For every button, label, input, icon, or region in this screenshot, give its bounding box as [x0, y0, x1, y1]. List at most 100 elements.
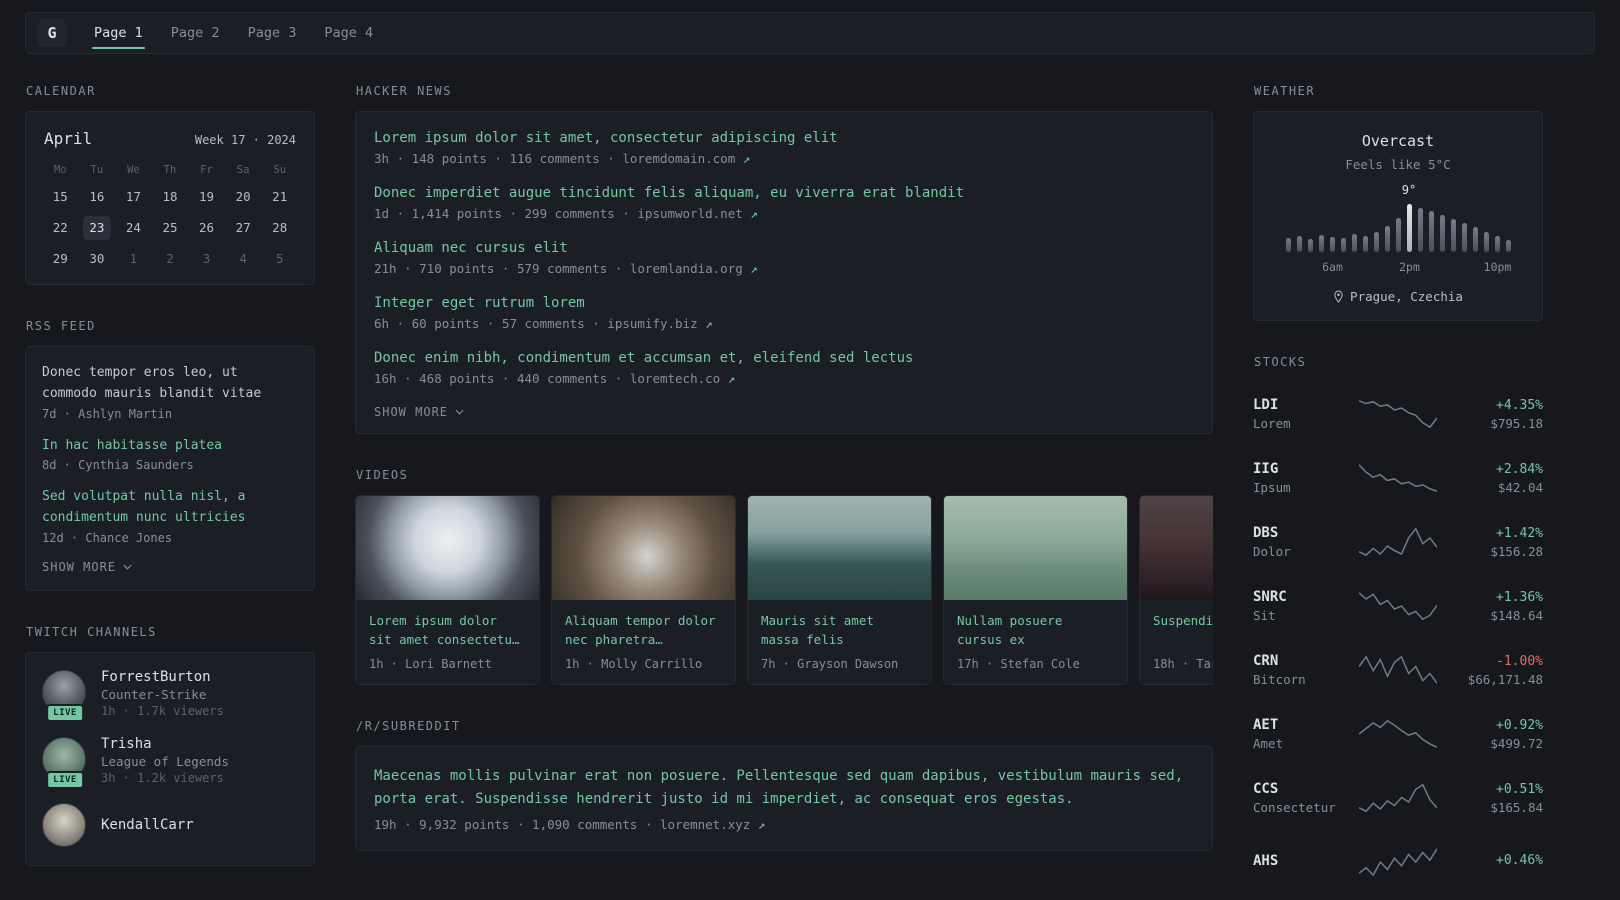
video-thumbnail[interactable] [1140, 496, 1213, 600]
weekday-label: Fr [200, 164, 213, 176]
stock-change: +0.51% [1496, 781, 1543, 797]
stock-row[interactable]: CRN Bitcorn -1.00% $66,171.48 [1253, 638, 1543, 702]
hn-item-title[interactable]: Aliquam nec cursus elit [374, 240, 1194, 256]
rss-header: RSS FEED [26, 319, 96, 333]
video-title[interactable]: Mauris sit amet massa felis [761, 611, 918, 650]
twitch-widget: TWITCH CHANNELS LIVE ForrestBurton Count… [25, 625, 315, 866]
calendar-day: 25 [162, 220, 178, 235]
twitch-channel[interactable]: LIVE ForrestBurton Counter-Strike 1h · 1… [42, 669, 298, 723]
video-thumbnail[interactable] [356, 496, 539, 600]
video-card[interactable]: Mauris sit amet massa felis 7h · Grayson… [747, 495, 932, 685]
calendar-day: 17 [125, 189, 141, 204]
twitch-header: TWITCH CHANNELS [26, 624, 157, 639]
hour-label: 6am [1322, 260, 1343, 274]
hacker-news-header: HACKER NEWS [356, 84, 452, 98]
calendar-day-selected: 23 [82, 215, 111, 240]
video-thumbnail[interactable] [944, 496, 1127, 600]
stock-row[interactable]: CCS Consectetur +0.51% $165.84 [1253, 766, 1543, 830]
hn-item-meta: 1d · 1,414 points · 299 comments · ipsum… [374, 206, 1194, 221]
external-link-icon[interactable]: ↗ [750, 261, 758, 276]
tab-page-3[interactable]: Page 3 [234, 13, 311, 53]
tab-page-4[interactable]: Page 4 [310, 13, 387, 53]
video-card-body: Mauris sit amet massa felis 7h · Grayson… [748, 600, 931, 684]
subreddit-post-title[interactable]: Maecenas mollis pulvinar erat non posuer… [374, 765, 1194, 811]
calendar-card: April Week 17 · 2024 Mo Tu We Th Fr Sa S… [25, 111, 315, 285]
rss-item-title[interactable]: Donec tempor eros leo, ut commodo mauris… [42, 363, 298, 405]
external-link-icon[interactable]: ↗ [758, 817, 766, 832]
stock-row[interactable]: AET Amet +0.92% $499.72 [1253, 702, 1543, 766]
video-title[interactable]: Nullam posuere cursus ex [957, 611, 1114, 650]
tab-page-2[interactable]: Page 2 [157, 13, 234, 53]
stock-name: Lorem [1253, 416, 1291, 431]
hacker-news-card: Lorem ipsum dolor sit amet, consectetur … [355, 111, 1213, 434]
hn-item: Aliquam nec cursus elit 21h · 710 points… [374, 240, 1194, 276]
calendar-days: 15 16 17 18 19 20 21 22 23 24 25 26 27 2… [42, 181, 298, 274]
weather-feels-like: Feels like 5°C [1345, 157, 1451, 172]
twitch-channel[interactable]: KendallCarr [42, 802, 298, 849]
temp-bar [1329, 202, 1335, 252]
video-card[interactable]: Nullam posuere cursus ex 17h · Stefan Co… [943, 495, 1128, 685]
stock-row[interactable]: AHS +0.46% [1253, 830, 1543, 894]
video-title[interactable]: Lorem ipsum dolor sit amet consectetu… [369, 611, 526, 650]
hn-item-title[interactable]: Integer eget rutrum lorem [374, 295, 1194, 311]
temp-bar [1362, 202, 1368, 252]
stock-values: +1.36% $148.64 [1437, 590, 1543, 623]
weather-location-text: Prague, Czechia [1350, 289, 1463, 304]
stock-id: AHS [1253, 853, 1359, 872]
rss-item-meta: 7d · Ashlyn Martin [42, 406, 173, 421]
video-card[interactable]: Lorem ipsum dolor sit amet consectetu… 1… [355, 495, 540, 685]
rss-show-more-button[interactable]: SHOW MORE [42, 560, 298, 574]
video-thumbnail[interactable] [748, 496, 931, 600]
hourly-temp-bars: 9° [1274, 183, 1522, 252]
external-link-icon[interactable]: ↗ [728, 371, 736, 386]
stock-values: +4.35% $795.18 [1437, 398, 1543, 431]
calendar-day-next-month: 5 [275, 251, 284, 266]
hn-item: Lorem ipsum dolor sit amet, consectetur … [374, 130, 1194, 166]
hn-item-title[interactable]: Donec imperdiet augue tincidunt felis al… [374, 185, 1194, 201]
video-title[interactable]: Suspendisse diam [1153, 611, 1213, 650]
stock-row[interactable]: LDI Lorem +4.35% $795.18 [1253, 382, 1543, 446]
twitch-meta: 1h · 1.7k viewers [101, 703, 224, 718]
external-link-icon[interactable]: ↗ [750, 206, 758, 221]
hn-item-title[interactable]: Donec enim nibh, condimentum et accumsan… [374, 350, 1194, 366]
stock-id: CCS Consectetur [1253, 781, 1359, 815]
hn-item-title[interactable]: Lorem ipsum dolor sit amet, consectetur … [374, 130, 1194, 146]
chevron-down-icon [123, 564, 132, 570]
rss-item-title[interactable]: In hac habitasse platea [42, 436, 298, 457]
external-link-icon[interactable]: ↗ [743, 151, 751, 166]
calendar-header: CALENDAR [26, 84, 96, 98]
hn-item-meta: 3h · 148 points · 116 comments · loremdo… [374, 151, 1194, 166]
hn-meta-text: 3h · 148 points · 116 comments · loremdo… [374, 151, 736, 166]
stocks-header: STOCKS [1254, 355, 1307, 369]
temp-bar [1340, 202, 1346, 252]
video-card[interactable]: Suspendisse diam 18h · Tara [1139, 495, 1213, 685]
rss-item-title[interactable]: Sed volutpat nulla nisl, a condimentum n… [42, 487, 298, 529]
stock-price: $156.28 [1490, 543, 1543, 559]
twitch-channel-name[interactable]: ForrestBurton [101, 669, 224, 685]
location-pin-icon [1334, 290, 1343, 303]
twitch-avatar: LIVE [42, 737, 88, 790]
hn-item-meta: 21h · 710 points · 579 comments · loreml… [374, 261, 1194, 276]
live-badge: LIVE [46, 704, 84, 723]
stock-row[interactable]: IIG Ipsum +2.84% $42.04 [1253, 446, 1543, 510]
video-thumbnail[interactable] [552, 496, 735, 600]
temp-bar [1384, 202, 1390, 252]
stock-row[interactable]: DBS Dolor +1.42% $156.28 [1253, 510, 1543, 574]
tab-page-1[interactable]: Page 1 [80, 13, 157, 53]
video-card[interactable]: Aliquam tempor dolor nec pharetra… 1h · … [551, 495, 736, 685]
hacker-news-widget: HACKER NEWS Lorem ipsum dolor sit amet, … [355, 84, 1213, 434]
twitch-channel[interactable]: LIVE Trisha League of Legends 3h · 1.2k … [42, 736, 298, 790]
hn-show-more-button[interactable]: SHOW MORE [374, 405, 1194, 419]
calendar-weekday-row: Mo Tu We Th Fr Sa Su [42, 164, 298, 176]
external-link-icon[interactable]: ↗ [705, 316, 713, 331]
rss-item: Donec tempor eros leo, ut commodo mauris… [42, 363, 298, 421]
stock-row[interactable]: SNRC Sit +1.36% $148.64 [1253, 574, 1543, 638]
dashboard-grid: CALENDAR April Week 17 · 2024 Mo Tu We T… [0, 54, 1620, 900]
stock-id: IIG Ipsum [1253, 461, 1359, 495]
twitch-channel-name[interactable]: Trisha [101, 736, 229, 752]
stock-sparkline [1359, 781, 1437, 815]
twitch-channel-name[interactable]: KendallCarr [101, 817, 194, 833]
video-title[interactable]: Aliquam tempor dolor nec pharetra… [565, 611, 722, 650]
hour-labels: 6am 2pm 10pm [1274, 260, 1522, 275]
stock-name: Ipsum [1253, 480, 1291, 495]
